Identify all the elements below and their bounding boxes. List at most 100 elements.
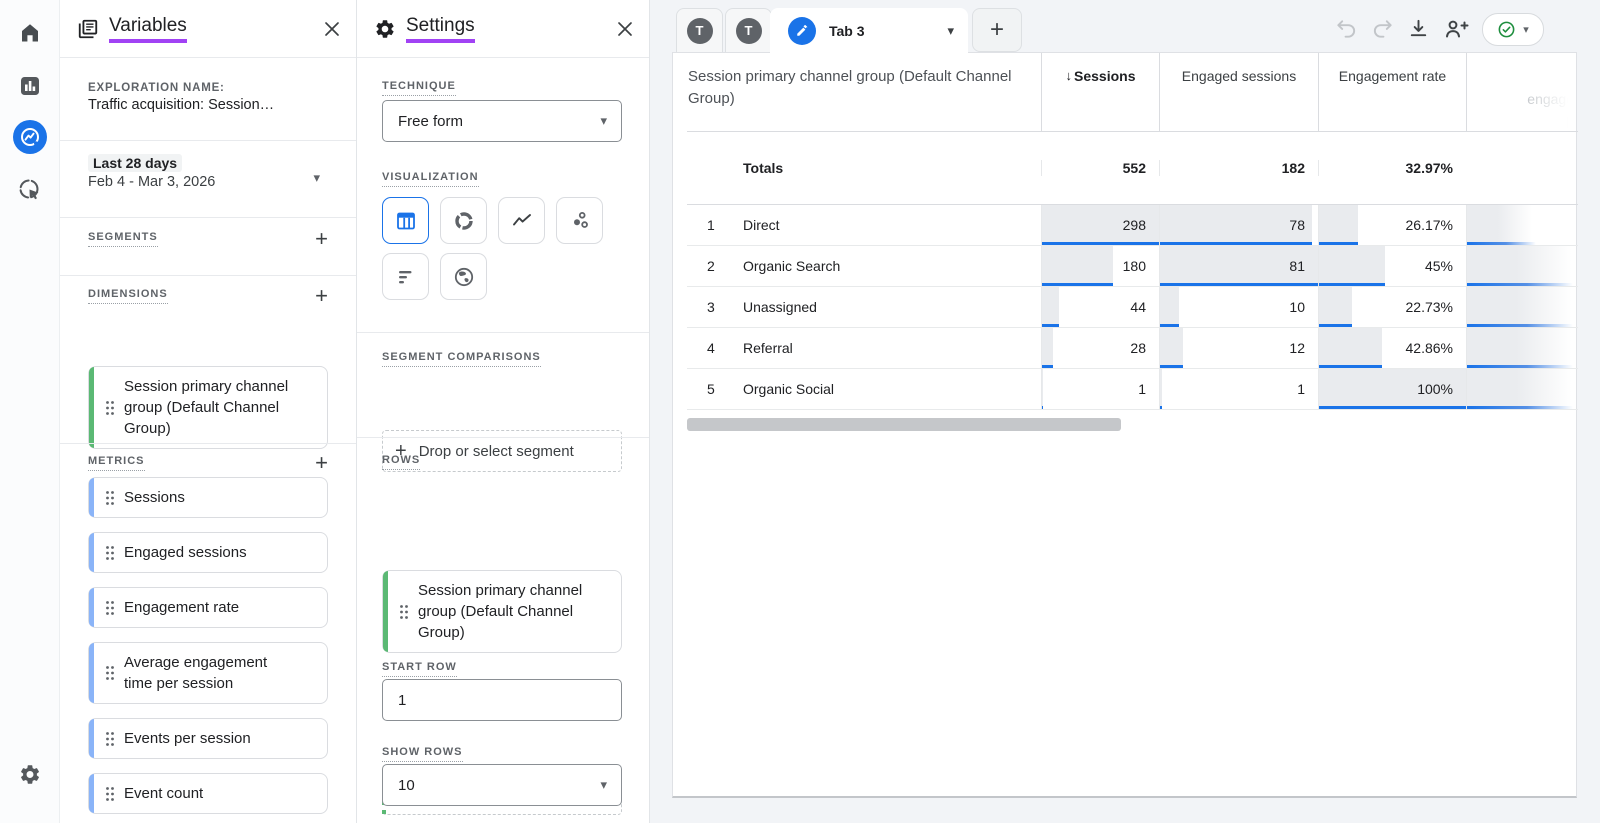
engagement-rate-cell: 42.86% [1318, 328, 1466, 368]
close-variables-icon[interactable] [324, 21, 340, 37]
engagement-rate-column-header[interactable]: Engagement rate [1318, 53, 1466, 131]
show-rows-select[interactable]: 10 ▾ [382, 764, 622, 806]
technique-value: Free form [398, 112, 464, 130]
start-row-input[interactable]: 1 [382, 679, 622, 721]
settings-header: Settings [357, 0, 649, 58]
download-icon[interactable] [1407, 17, 1430, 40]
engaged-sessions-cell: 81 [1159, 246, 1318, 286]
metric-chip[interactable]: Engaged sessions [88, 532, 328, 573]
add-dimension-button[interactable]: + [315, 285, 328, 307]
horizontal-scrollbar[interactable] [687, 418, 1121, 431]
share-add-user-icon[interactable] [1443, 17, 1469, 41]
drag-handle-icon[interactable] [105, 665, 115, 681]
clipped-cell [1466, 369, 1576, 409]
clipped-cell [1466, 287, 1576, 327]
dimension-chip-label: Session primary channel group (Default C… [124, 378, 289, 437]
table-row[interactable]: 5 Organic Social 1 1 100% [687, 369, 1578, 410]
drag-handle-icon[interactable] [105, 545, 115, 561]
engagement-rate-cell: 100% [1318, 369, 1466, 409]
metric-chip[interactable]: Average engagement time per session [88, 642, 328, 704]
row-index: 5 [707, 381, 715, 397]
metrics-section-header: METRICS + [88, 452, 328, 474]
metric-chip-label: Sessions [124, 489, 185, 506]
saved-status-button[interactable]: ▾ [1482, 13, 1544, 46]
redo-icon[interactable] [1371, 17, 1394, 40]
table-row[interactable]: 1 Direct 298 78 26.17% [687, 205, 1578, 246]
advertising-icon[interactable] [17, 177, 43, 203]
sessions-cell: 28 [1041, 328, 1159, 368]
drag-handle-icon[interactable] [105, 731, 115, 747]
engagement-rate-cell: 45% [1318, 246, 1466, 286]
chevron-down-icon: ▾ [600, 113, 607, 128]
drag-handle-icon[interactable] [105, 786, 115, 802]
engagement-rate-cell: 26.17% [1318, 205, 1466, 245]
metric-chip[interactable]: Sessions [88, 477, 328, 518]
tab-1-mini[interactable]: T [676, 8, 723, 52]
metric-chip-label: Average engagement time per session [124, 654, 268, 692]
viz-table-button[interactable] [382, 197, 429, 244]
reports-icon[interactable] [18, 74, 42, 98]
settings-title: Settings [406, 15, 475, 43]
viz-line-button[interactable] [498, 197, 545, 244]
undo-icon[interactable] [1335, 17, 1358, 40]
dimensions-label: DIMENSIONS [88, 288, 168, 304]
metric-chip-label: Engaged sessions [124, 544, 247, 561]
viz-geo-button[interactable] [440, 253, 487, 300]
metric-chip[interactable]: Engagement rate [88, 587, 328, 628]
clipped-cell [1466, 328, 1576, 368]
add-metric-button[interactable]: + [315, 452, 328, 474]
metric-accent [89, 643, 94, 703]
viz-bar-button[interactable] [382, 253, 429, 300]
segments-label: SEGMENTS [88, 231, 158, 247]
metric-chip-label: Event count [124, 785, 204, 802]
admin-gear-icon[interactable] [18, 763, 41, 786]
divider [60, 275, 356, 276]
viz-donut-button[interactable] [440, 197, 487, 244]
divider [60, 443, 356, 444]
tab-2-mini[interactable]: T [725, 8, 772, 52]
table-header-row: Session primary channel group (Default C… [687, 53, 1578, 132]
sessions-column-header[interactable]: ↓ Sessions [1041, 53, 1159, 131]
exploration-name-label: EXPLORATION NAME: [88, 82, 225, 94]
home-icon[interactable] [18, 21, 42, 45]
tab-3-active[interactable]: Tab 3 ▾ [770, 8, 968, 53]
rows-dimension-chip[interactable]: Session primary channel group (Default C… [382, 570, 622, 653]
check-circle-icon [1497, 20, 1516, 39]
drag-handle-icon[interactable] [105, 400, 115, 416]
viz-scatter-button[interactable] [556, 197, 603, 244]
show-rows-label: SHOW ROWS [382, 742, 463, 762]
exploration-name-value[interactable]: Traffic acquisition: Session… [88, 97, 274, 113]
table-row[interactable]: 3 Unassigned 44 10 22.73% [687, 287, 1578, 328]
metric-chip[interactable]: Event count [88, 773, 328, 814]
edit-pencil-icon [788, 16, 816, 45]
add-segment-button[interactable]: + [315, 228, 328, 250]
chevron-down-icon: ▾ [1523, 24, 1529, 36]
segments-section-header: SEGMENTS + [88, 228, 328, 250]
metric-chip-label: Events per session [124, 730, 251, 747]
explore-icon-active[interactable] [12, 120, 47, 154]
add-tab-button[interactable]: + [972, 8, 1022, 52]
date-range-picker[interactable]: Last 28 days Feb 4 - Mar 3, 2026 ▾ [88, 154, 328, 190]
metric-chip[interactable]: Events per session [88, 718, 328, 759]
technique-select[interactable]: Free form ▾ [382, 100, 622, 142]
engaged-sessions-column-header[interactable]: Engaged sessions [1159, 53, 1318, 131]
drag-handle-icon[interactable] [399, 604, 409, 620]
totals-sessions: 552 [1041, 160, 1159, 176]
sessions-cell: 1 [1041, 369, 1159, 409]
table-row[interactable]: 4 Referral 28 12 42.86% [687, 328, 1578, 369]
drag-handle-icon[interactable] [105, 490, 115, 506]
tab-2-badge: T [735, 17, 762, 44]
channel-name: Referral [743, 340, 793, 356]
sessions-cell: 298 [1041, 205, 1159, 245]
dimension-column-header[interactable]: Session primary channel group (Default C… [687, 53, 1041, 131]
table-row[interactable]: 2 Organic Search 180 81 45% [687, 246, 1578, 287]
clipped-cell [1466, 205, 1576, 245]
clipped-column-header[interactable]: engage p [1466, 53, 1576, 131]
close-settings-icon[interactable] [617, 21, 633, 37]
dimension-chip[interactable]: Session primary channel group (Default C… [88, 366, 328, 449]
drag-handle-icon[interactable] [105, 600, 115, 616]
totals-engaged-sessions: 182 [1159, 160, 1318, 176]
dimensions-section-header: DIMENSIONS + [88, 285, 328, 307]
metric-accent [89, 774, 94, 813]
segment-drop-text: Drop or select segment [418, 442, 574, 460]
